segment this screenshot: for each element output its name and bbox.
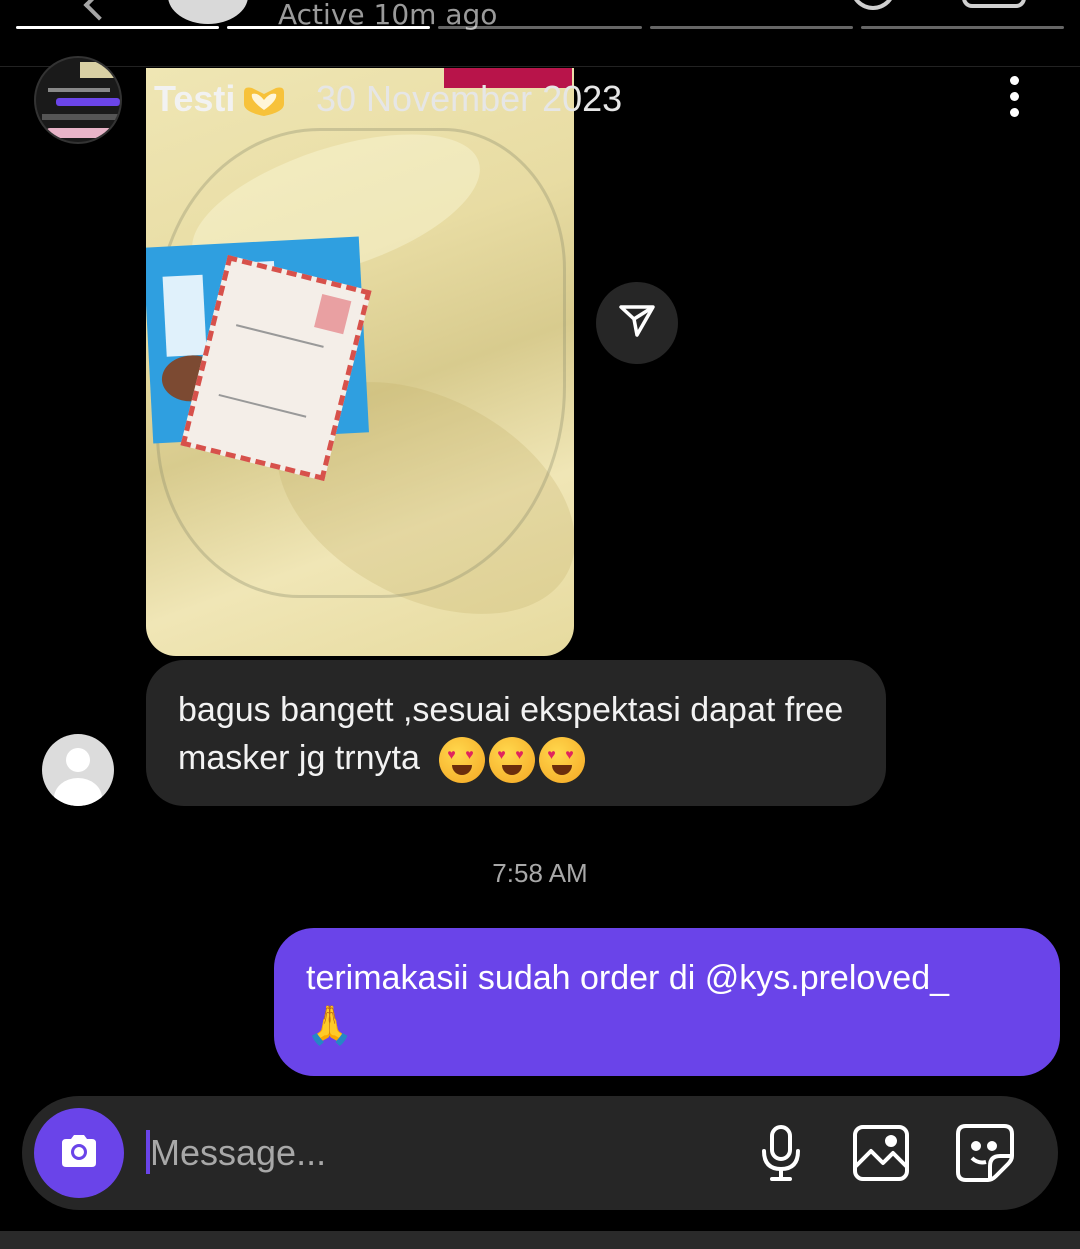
background-chat-header: Active 10m ago [0,0,1080,38]
story-progress-segment [438,26,642,29]
phone-icon[interactable] [850,0,896,10]
more-icon[interactable] [1006,76,1022,122]
header-divider [0,66,1080,67]
share-button[interactable] [596,282,678,364]
heart-eyes-emoji-icon: ♥ ♥ [489,737,536,784]
microphone-icon[interactable] [748,1120,814,1186]
sticker-icon[interactable] [952,1120,1018,1186]
story-progress-segment [227,26,431,29]
story-title: Testi [154,78,236,119]
system-navigation-bar [0,1231,1080,1249]
shared-photo[interactable] [146,68,574,656]
outgoing-message-text: terimakasii sudah order di @kys.preloved… [306,959,950,997]
story-progress [16,26,1065,30]
heart-eyes-emojis: ♥ ♥ ♥ ♥ ♥ ♥ [439,737,586,784]
story-progress-segment [860,26,1065,29]
story-date: 30 November 2023 [316,78,623,119]
story-progress-segment [16,26,220,29]
outgoing-message[interactable]: terimakasii sudah order di @kys.preloved… [274,928,1060,1076]
heart-eyes-emoji-icon: ♥ ♥ [539,737,586,784]
message-input[interactable] [150,1126,710,1180]
back-chevron-icon[interactable] [83,0,115,21]
video-camera-icon[interactable] [962,0,1026,8]
camera-button[interactable] [34,1108,124,1198]
sender-avatar[interactable] [42,734,114,806]
message-timestamp: 7:58 AM [492,858,588,888]
heart-eyes-emoji-icon: ♥ ♥ [439,737,486,784]
message-composer [22,1096,1058,1210]
gallery-icon[interactable] [848,1120,914,1186]
chat-avatar[interactable] [168,0,248,24]
story-thumbnail[interactable] [34,56,122,144]
heart-hands-icon [240,84,288,118]
camera-icon [58,1133,100,1173]
praying-hands-emoji: 🙏 [306,1005,354,1047]
story-progress-segment [649,26,853,29]
incoming-message[interactable]: bagus bangett ,sesuai ekspektasi dapat f… [146,660,886,806]
send-icon [617,301,657,345]
